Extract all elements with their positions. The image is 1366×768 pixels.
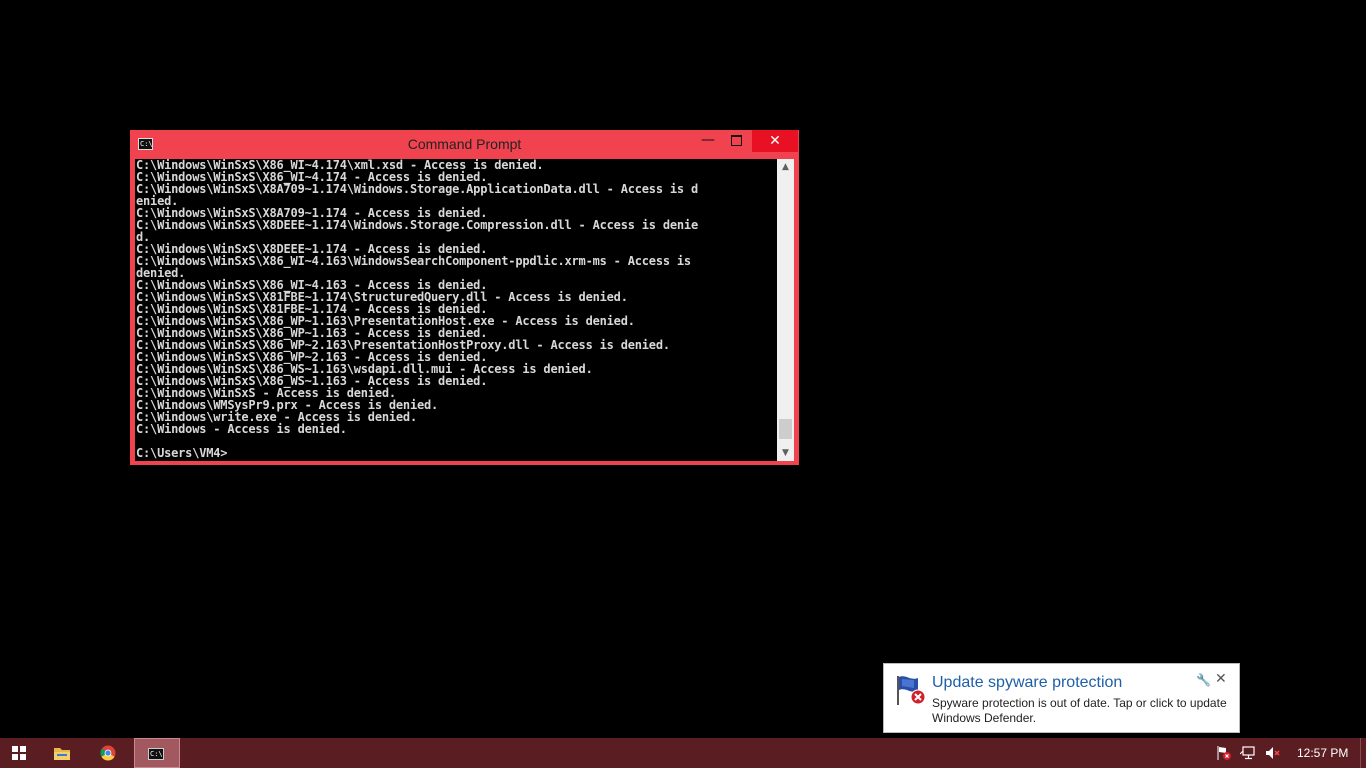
vertical-scrollbar[interactable]: ▲ ▼ [777,159,794,461]
notification-close-icon[interactable]: ✕ [1215,671,1227,687]
file-explorer-icon [54,748,70,760]
show-desktop-button[interactable] [1360,738,1366,768]
console-line: C:\Windows\WinSxS\X86_WI~4.163\WindowsSe… [136,254,691,268]
command-prompt-icon: C:\ [148,748,164,760]
volume-muted-icon [1266,747,1280,759]
notification-title: Update spyware protection [932,674,1123,691]
tray-network[interactable] [1238,738,1258,768]
network-icon [1240,746,1255,760]
scroll-thumb[interactable] [779,419,792,439]
close-button[interactable]: ✕ [752,130,798,152]
taskbar-command-prompt[interactable]: C:\ [134,738,180,768]
console-line: C:\Windows\WinSxS\X8A709~1.174\Windows.S… [136,182,698,196]
taskbar-chrome[interactable] [86,738,132,768]
windows-start-icon [12,746,26,760]
maximize-button[interactable] [721,130,751,152]
taskbar-clock[interactable]: 12:57 PM [1297,746,1348,760]
notification-body: Spyware protection is out of date. Tap o… [932,696,1227,725]
defender-flag-warning-icon [1217,746,1231,760]
settings-wrench-icon[interactable]: 🔧 [1196,673,1211,687]
tray-defender[interactable] [1212,738,1232,768]
command-prompt-window[interactable]: C:\ Command Prompt — ✕ C:\Windows\WinSxS… [130,130,799,465]
chrome-icon [100,745,116,761]
window-titlebar[interactable]: C:\ Command Prompt — ✕ [130,130,799,158]
taskbar: C:\ 12:57 PM [0,738,1366,768]
console-area[interactable]: C:\Windows\WinSxS\X86_WI~4.174\xml.xsd -… [135,159,794,461]
scroll-down-arrow-icon[interactable]: ▼ [777,445,794,461]
tray-volume[interactable] [1263,738,1283,768]
taskbar-file-explorer[interactable] [40,738,86,768]
console-line: C:\Windows - Access is denied. [136,422,347,436]
console-line: C:\Users\VM4> [136,446,228,460]
minimize-button[interactable]: — [693,132,723,154]
console-line: C:\Windows\WinSxS\X8DEEE~1.174\Windows.S… [136,218,698,232]
defender-flag-icon [897,676,926,705]
scroll-up-arrow-icon[interactable]: ▲ [777,159,794,175]
defender-notification[interactable]: Update spyware protection Spyware protec… [883,663,1240,733]
console-output: C:\Windows\WinSxS\X86_WI~4.174\xml.xsd -… [136,159,776,459]
